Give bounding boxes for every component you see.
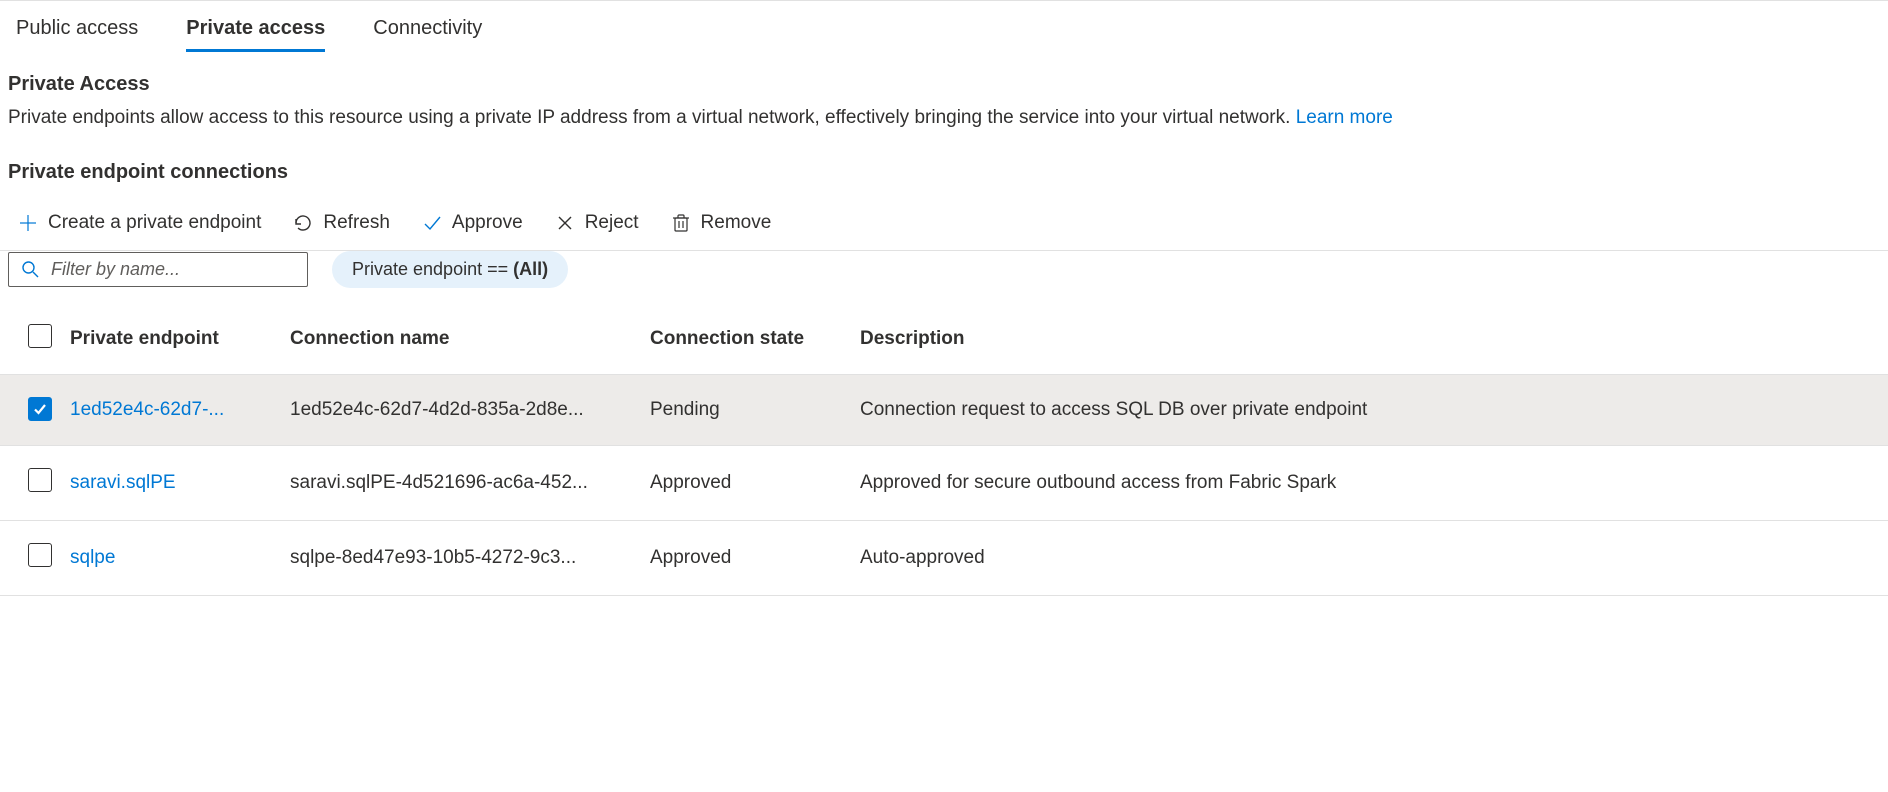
subsection-title: Private endpoint connections: [8, 161, 1888, 184]
connection-state-cell: Approved: [650, 445, 860, 520]
remove-button[interactable]: Remove: [669, 208, 774, 238]
row-checkbox[interactable]: [28, 468, 52, 492]
refresh-icon: [293, 213, 313, 233]
endpoints-table: Private endpoint Connection name Connect…: [0, 304, 1888, 596]
search-input[interactable]: [51, 259, 295, 280]
endpoint-link[interactable]: sqlpe: [70, 547, 115, 568]
reject-button[interactable]: Reject: [553, 208, 641, 238]
connection-name-cell: 1ed52e4c-62d7-4d2d-835a-2d8e...: [290, 374, 650, 445]
approve-button[interactable]: Approve: [420, 208, 525, 238]
connection-state-cell: Pending: [650, 374, 860, 445]
section-description: Private endpoints allow access to this r…: [8, 104, 1888, 133]
filter-pill[interactable]: Private endpoint == (All): [332, 251, 568, 288]
refresh-button[interactable]: Refresh: [291, 208, 392, 238]
checkmark-icon: [422, 213, 442, 233]
filter-row: Private endpoint == (All): [0, 251, 1888, 304]
tab-bar: Public access Private access Connectivit…: [0, 1, 1888, 53]
connection-state-cell: Approved: [650, 520, 860, 595]
filter-pill-prefix: Private endpoint ==: [352, 259, 513, 279]
filter-pill-value: (All): [513, 259, 548, 279]
table-row[interactable]: saravi.sqlPE saravi.sqlPE-4d521696-ac6a-…: [0, 445, 1888, 520]
description-cell: Connection request to access SQL DB over…: [860, 374, 1888, 445]
endpoint-link[interactable]: saravi.sqlPE: [70, 472, 176, 493]
table-row[interactable]: sqlpe sqlpe-8ed47e93-10b5-4272-9c3... Ap…: [0, 520, 1888, 595]
learn-more-link[interactable]: Learn more: [1296, 107, 1393, 128]
refresh-label: Refresh: [323, 212, 390, 234]
tab-public-access[interactable]: Public access: [16, 17, 138, 52]
x-icon: [555, 213, 575, 233]
create-label: Create a private endpoint: [48, 212, 261, 234]
header-connection-state[interactable]: Connection state: [650, 304, 860, 375]
search-box[interactable]: [8, 252, 308, 287]
remove-label: Remove: [701, 212, 772, 234]
connection-name-cell: sqlpe-8ed47e93-10b5-4272-9c3...: [290, 520, 650, 595]
header-description[interactable]: Description: [860, 304, 1888, 375]
description-cell: Approved for secure outbound access from…: [860, 445, 1888, 520]
section-description-text: Private endpoints allow access to this r…: [8, 107, 1296, 128]
toolbar: Create a private endpoint Refresh Approv…: [0, 200, 1888, 251]
approve-label: Approve: [452, 212, 523, 234]
reject-label: Reject: [585, 212, 639, 234]
row-checkbox[interactable]: [28, 397, 52, 421]
header-endpoint[interactable]: Private endpoint: [70, 304, 290, 375]
header-connection-name[interactable]: Connection name: [290, 304, 650, 375]
row-checkbox[interactable]: [28, 543, 52, 567]
description-cell: Auto-approved: [860, 520, 1888, 595]
tab-connectivity[interactable]: Connectivity: [373, 17, 482, 52]
create-private-endpoint-button[interactable]: Create a private endpoint: [16, 208, 263, 238]
endpoint-link[interactable]: 1ed52e4c-62d7-...: [70, 399, 224, 420]
tab-private-access[interactable]: Private access: [186, 17, 325, 52]
section-title: Private Access: [8, 73, 1888, 96]
table-row[interactable]: 1ed52e4c-62d7-... 1ed52e4c-62d7-4d2d-835…: [0, 374, 1888, 445]
connection-name-cell: saravi.sqlPE-4d521696-ac6a-452...: [290, 445, 650, 520]
select-all-checkbox[interactable]: [28, 324, 52, 348]
search-icon: [21, 260, 39, 278]
plus-icon: [18, 213, 38, 233]
trash-icon: [671, 213, 691, 233]
